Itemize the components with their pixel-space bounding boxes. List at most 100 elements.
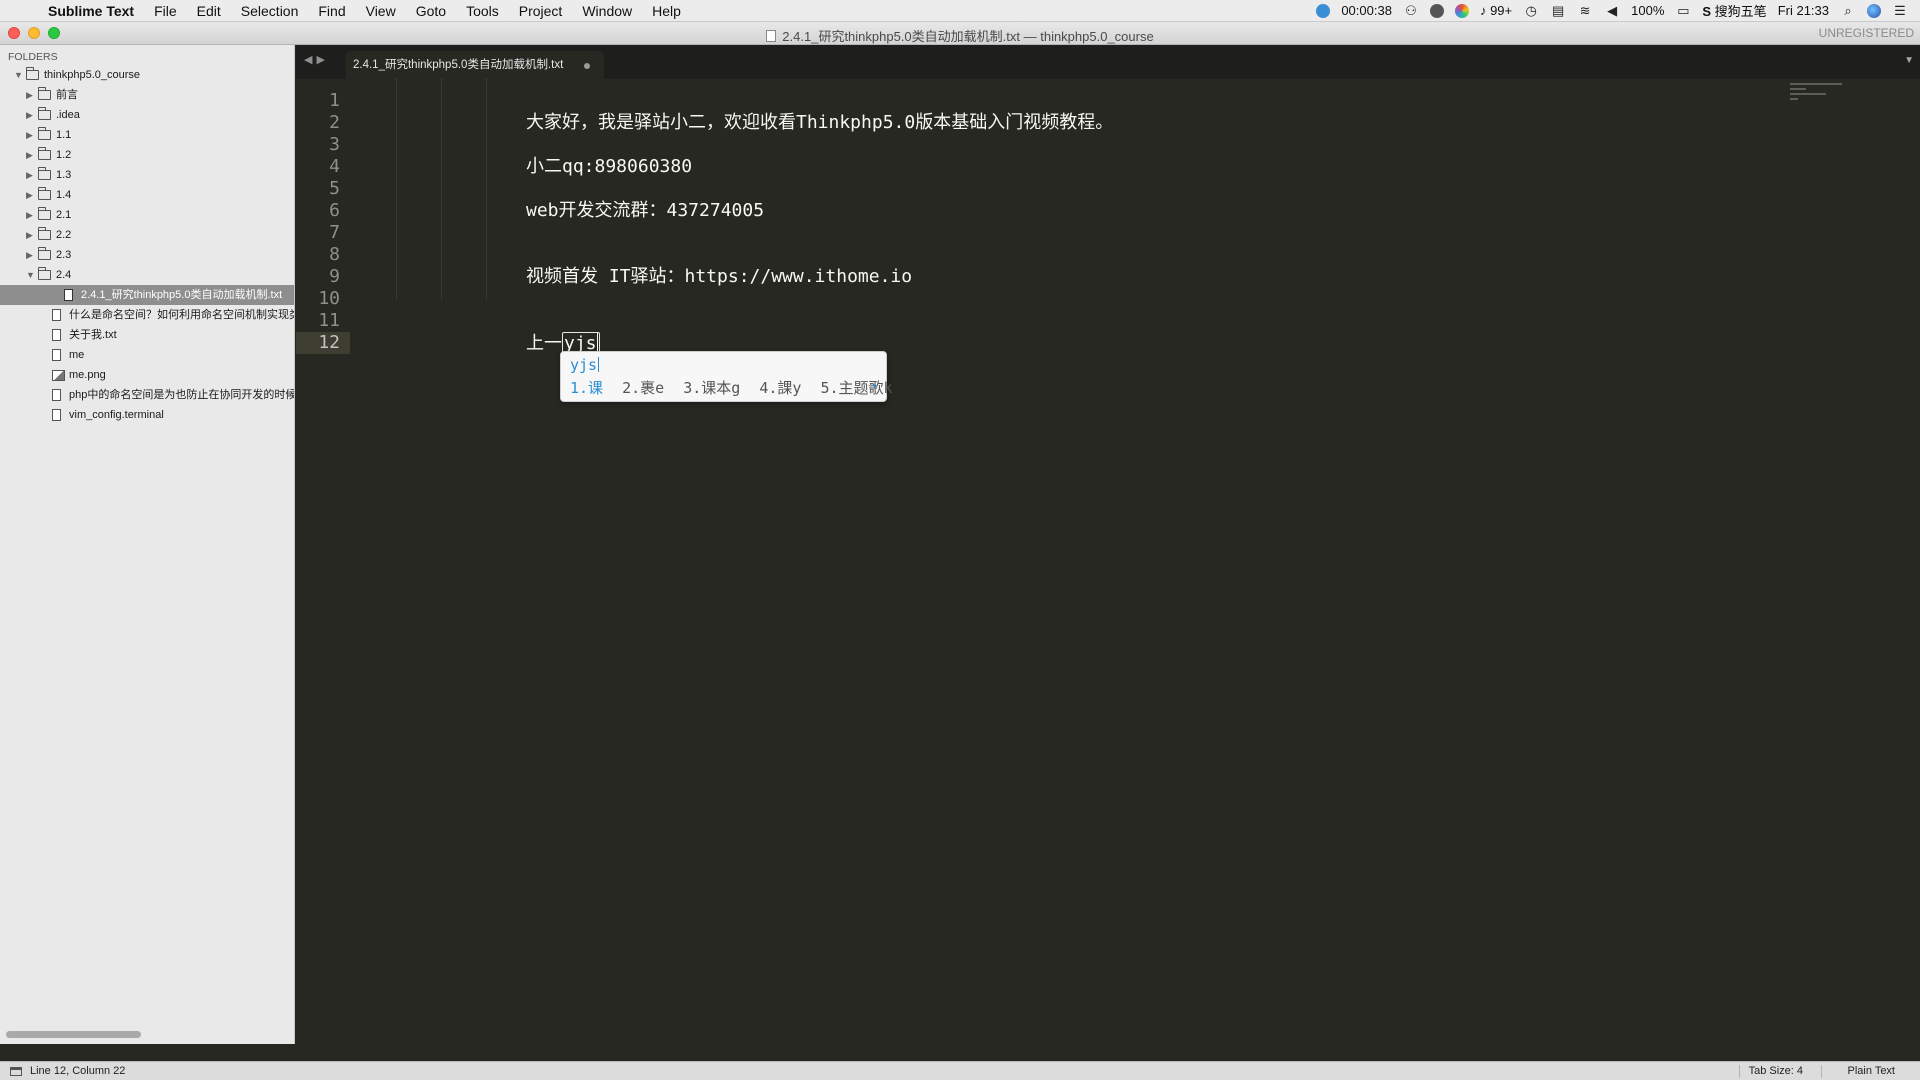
sidebar-file[interactable]: 关于我.txt: [0, 325, 294, 345]
folder-icon: [38, 87, 51, 100]
menu-project[interactable]: Project: [509, 0, 573, 22]
file-icon: [52, 409, 61, 421]
cursor-position: Line 12, Column 22: [30, 1065, 126, 1077]
sidebar-item-label: 2.4.1_研究thinkphp5.0类自动加载机制.txt: [81, 289, 283, 301]
ime-candidate[interactable]: 3.课本g: [683, 379, 740, 397]
sidebar-item-label: 1.3: [56, 169, 72, 181]
sidebar-item-label: 2.4: [56, 269, 72, 281]
folder-tree: ▼ thinkphp5.0_course ▶ 前言 ▶ .idea ▶ 1.1 ▶ 1.2 ▶ 1.3…: [0, 65, 294, 425]
notification-badge: 99+: [1490, 3, 1513, 18]
wifi-icon[interactable]: ≋: [1577, 3, 1593, 19]
menu-goto[interactable]: Goto: [406, 0, 456, 22]
sidebar-folder[interactable]: ▶ 1.4: [0, 185, 294, 205]
input-method[interactable]: S 搜狗五笔: [1702, 1, 1766, 20]
sidebar-folder[interactable]: ▶ 2.1: [0, 205, 294, 225]
ime-candidate[interactable]: 4.課y: [759, 379, 801, 397]
disclosure-collapsed-icon[interactable]: ▶: [26, 105, 36, 125]
app-menu[interactable]: Sublime Text: [42, 0, 144, 22]
notification-center-icon[interactable]: ☰: [1892, 3, 1908, 19]
window-titlebar: 2.4.1_研究thinkphp5.0类自动加载机制.txt — thinkph…: [0, 22, 1920, 45]
recorder-icon[interactable]: [1316, 3, 1331, 18]
sync-icon[interactable]: [1429, 3, 1444, 18]
sidebar-folder[interactable]: ▶ 1.1: [0, 125, 294, 145]
sidebar-folder[interactable]: ▼ 2.4: [0, 265, 294, 285]
sogou-icon: S: [1702, 4, 1712, 19]
sidebar-folder[interactable]: ▶ .idea: [0, 105, 294, 125]
code-editor[interactable]: 1 2 3 4 5 6 7 8 9 10 11 12 大家好，我是驿站小二，欢迎收看Thinkphp5…: [296, 79, 1920, 1061]
menu-view[interactable]: View: [356, 0, 406, 22]
ime-pager[interactable]: ◂▸: [867, 381, 878, 391]
time-machine-icon[interactable]: ◷: [1523, 3, 1539, 19]
disclosure-collapsed-icon[interactable]: ▶: [26, 225, 36, 245]
menu-window[interactable]: Window: [572, 0, 642, 22]
unsaved-dot-icon[interactable]: [584, 63, 590, 69]
sidebar-folder[interactable]: ▶ 2.2: [0, 225, 294, 245]
keyboard-icon[interactable]: ▤: [1550, 3, 1566, 19]
sidebar-file[interactable]: 2.4.1_研究thinkphp5.0类自动加载机制.txt: [0, 285, 294, 305]
sidebar: FOLDERS ▼ thinkphp5.0_course ▶ 前言 ▶ .idea ▶ 1.1…: [0, 45, 295, 1044]
line-number: 9: [329, 266, 340, 287]
disclosure-collapsed-icon[interactable]: ▶: [26, 205, 36, 225]
sidebar-item-label: thinkphp5.0_course: [44, 69, 141, 81]
sidebar-folder[interactable]: ▶ 2.3: [0, 245, 294, 265]
panel-toggle-icon[interactable]: [10, 1067, 22, 1076]
ime-candidate[interactable]: 1.课: [570, 379, 603, 397]
sidebar-file[interactable]: me.png: [0, 365, 294, 385]
minimap-line: [1790, 98, 1798, 100]
sidebar-file[interactable]: php中的命名空间是为也防止在协同开发的时候出: [0, 385, 294, 405]
disclosure-expanded-icon[interactable]: ▼: [26, 265, 36, 285]
siri-icon[interactable]: [1867, 3, 1881, 18]
code-line-2[interactable]: 大家好，我是驿站小二，欢迎收看Thinkphp5.0版本基础入门视频教程。: [526, 112, 1113, 134]
notification-count[interactable]: ♪ 99+: [1480, 3, 1512, 18]
code-line-9[interactable]: 视频首发 IT驿站：https://www.ithome.io: [526, 266, 912, 288]
unregistered-label: UNREGISTERED: [1818, 26, 1914, 40]
tab-nav-arrows[interactable]: ◀▶: [304, 53, 329, 66]
battery-percent[interactable]: 100%: [1631, 3, 1664, 18]
ime-candidate-popup: yjs 1.课 2.裹e 3.课本g 4.課y 5.主题歌k ◂▸: [560, 351, 893, 402]
sidebar-folder[interactable]: ▼ thinkphp5.0_course: [0, 65, 294, 85]
clock[interactable]: Fri 21:33: [1778, 3, 1829, 18]
code-line-4[interactable]: 小二qq:898060380: [526, 156, 692, 178]
spotlight-icon[interactable]: ⌕: [1840, 3, 1856, 19]
ime-candidate[interactable]: 2.裹e: [622, 379, 664, 397]
disclosure-collapsed-icon[interactable]: ▶: [26, 85, 36, 105]
disclosure-collapsed-icon[interactable]: ▶: [26, 145, 36, 165]
sidebar-horizontal-scrollbar[interactable]: [6, 1031, 141, 1038]
tab-size-selector[interactable]: Tab Size: 4: [1749, 1062, 1803, 1080]
menu-help[interactable]: Help: [642, 0, 691, 22]
ime-candidate[interactable]: 5.主题歌k: [820, 379, 892, 397]
ime-next-page-icon[interactable]: ▸: [873, 381, 878, 391]
sidebar-folder[interactable]: ▶ 1.3: [0, 165, 294, 185]
tab-active-file[interactable]: 2.4.1_研究thinkphp5.0类自动加载机制.txt: [346, 51, 604, 79]
sidebar-item-label: .idea: [56, 109, 80, 121]
disclosure-collapsed-icon[interactable]: ▶: [26, 185, 36, 205]
volume-icon[interactable]: ◀: [1604, 3, 1620, 19]
disclosure-collapsed-icon[interactable]: ▶: [26, 165, 36, 185]
line-number: 11: [318, 310, 340, 331]
menu-edit[interactable]: Edit: [187, 0, 231, 22]
qq-icon[interactable]: ⚇: [1403, 3, 1419, 19]
sidebar-folder[interactable]: ▶ 1.2: [0, 145, 294, 165]
sidebar-file[interactable]: me: [0, 345, 294, 365]
menu-find[interactable]: Find: [308, 0, 355, 22]
window-title-text: 2.4.1_研究thinkphp5.0类自动加载机制.txt — thinkph…: [782, 29, 1154, 44]
disclosure-expanded-icon[interactable]: ▼: [14, 65, 24, 85]
sidebar-folder[interactable]: ▶ 前言: [0, 85, 294, 105]
sidebar-file[interactable]: 什么是命名空间？如何利用命名空间机制实现类库: [0, 305, 294, 325]
input-method-label: 搜狗五笔: [1714, 4, 1767, 19]
recording-timer[interactable]: 00:00:38: [1341, 3, 1392, 18]
code-line-6[interactable]: web开发交流群：437274005: [526, 200, 764, 222]
color-picker-icon[interactable]: [1454, 3, 1469, 18]
syntax-selector[interactable]: Plain Text: [1848, 1062, 1896, 1080]
menu-selection[interactable]: Selection: [231, 0, 309, 22]
menu-tools[interactable]: Tools: [456, 0, 509, 22]
battery-icon[interactable]: ▭: [1675, 3, 1691, 19]
disclosure-collapsed-icon[interactable]: ▶: [26, 125, 36, 145]
line-number: 4: [329, 156, 340, 177]
disclosure-collapsed-icon[interactable]: ▶: [26, 245, 36, 265]
menu-file[interactable]: File: [144, 0, 187, 22]
editor-vertical-scrollbar[interactable]: [1906, 83, 1920, 1058]
minimap[interactable]: [1790, 83, 1846, 107]
sidebar-file[interactable]: vim_config.terminal: [0, 405, 294, 425]
tab-list-dropdown-icon[interactable]: ▼: [1904, 55, 1914, 66]
